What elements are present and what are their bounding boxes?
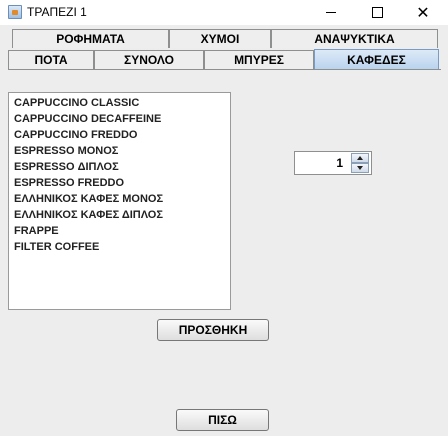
list-item[interactable]: ESPRESSO ΜΟΝΟΣ xyxy=(9,143,230,159)
quantity-stepper[interactable]: 1 xyxy=(294,151,372,175)
title-bar: ΤΡΑΠΕΖΙ 1 ✕ xyxy=(0,0,448,25)
increment-button[interactable] xyxy=(351,153,369,163)
list-item[interactable]: CAPPUCCINO DECAFFEINE xyxy=(9,111,230,127)
back-button[interactable]: ΠΙΣΩ xyxy=(176,409,269,431)
quantity-value[interactable]: 1 xyxy=(295,152,347,174)
arrow-down-icon xyxy=(357,166,363,170)
list-item[interactable]: CAPPUCCINO CLASSIC xyxy=(9,95,230,111)
list-item[interactable]: ESPRESSO ΔΙΠΛΟΣ xyxy=(9,159,230,175)
add-button[interactable]: ΠΡΟΣΘΗΚΗ xyxy=(157,319,269,341)
decrement-button[interactable] xyxy=(351,163,369,173)
window-title: ΤΡΑΠΕΖΙ 1 xyxy=(27,5,87,19)
tab-mpyres[interactable]: ΜΠΥΡΕΣ xyxy=(204,50,314,69)
tab-synolo[interactable]: ΣΥΝΟΛΟ xyxy=(94,50,204,69)
tab-kafedes[interactable]: ΚΑΦΕΔΕΣ xyxy=(314,49,439,70)
list-item[interactable]: FILTER COFFEE xyxy=(9,239,230,255)
tab-pota[interactable]: ΠΟΤΑ xyxy=(8,50,94,69)
close-icon[interactable]: ✕ xyxy=(400,0,446,25)
tab-rofimata[interactable]: ΡΟΦΗΜΑΤΑ xyxy=(12,29,169,48)
tab-anapsyktika[interactable]: ΑΝΑΨΥΚΤΙΚΑ xyxy=(271,29,438,48)
java-app-icon xyxy=(8,5,22,19)
list-item[interactable]: ESPRESSO FREDDO xyxy=(9,175,230,191)
list-item[interactable]: CAPPUCCINO FREDDO xyxy=(9,127,230,143)
tab-divider xyxy=(8,69,441,70)
list-item[interactable]: FRAPPE xyxy=(9,223,230,239)
window-content: ΡΟΦΗΜΑΤΑ ΧΥΜΟΙ ΑΝΑΨΥΚΤΙΚΑ ΠΟΤΑ ΣΥΝΟΛΟ ΜΠ… xyxy=(0,25,448,436)
maximize-icon[interactable] xyxy=(354,0,400,25)
list-item[interactable]: ΕΛΛΗΝΙΚΟΣ ΚΑΦΕΣ ΔΙΠΛΟΣ xyxy=(9,207,230,223)
minimize-icon[interactable] xyxy=(308,0,354,25)
arrow-up-icon xyxy=(357,156,363,160)
tab-xymoi[interactable]: ΧΥΜΟΙ xyxy=(169,29,271,48)
coffee-list[interactable]: CAPPUCCINO CLASSIC CAPPUCCINO DECAFFEINE… xyxy=(8,92,231,310)
list-item[interactable]: ΕΛΛΗΝΙΚΟΣ ΚΑΦΕΣ ΜΟΝΟΣ xyxy=(9,191,230,207)
